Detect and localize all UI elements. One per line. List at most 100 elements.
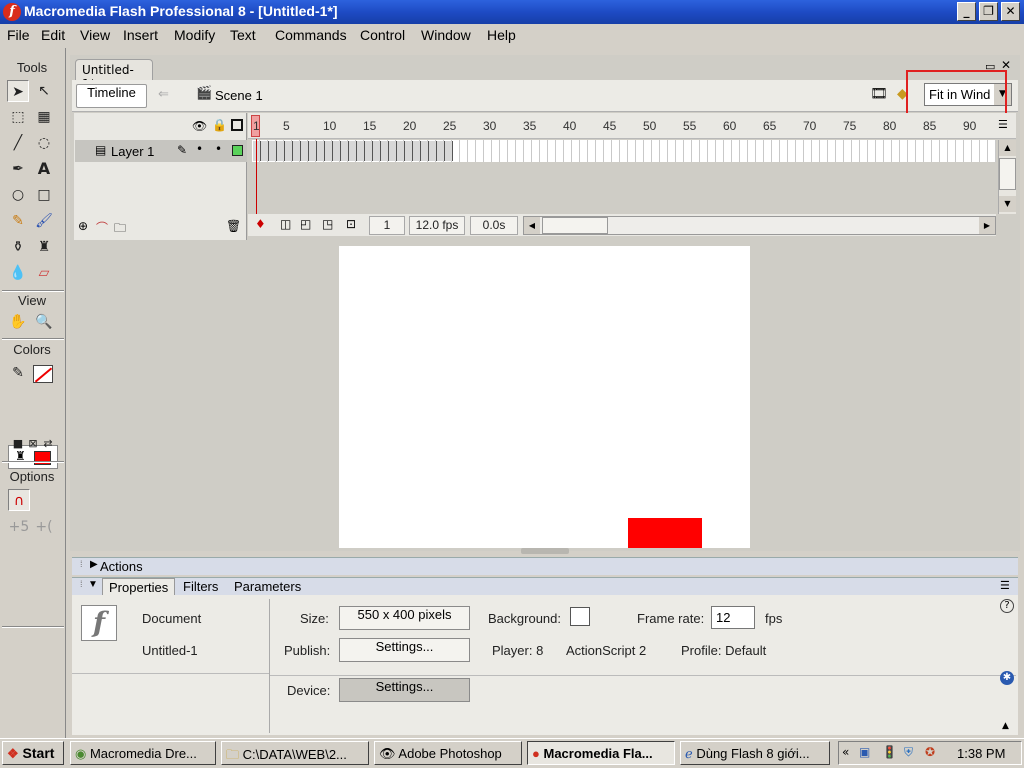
shield-icon[interactable]: ⛨: [904, 745, 913, 760]
scroll-thumb[interactable]: [542, 217, 608, 234]
restore-button[interactable]: ❐: [979, 2, 998, 21]
collapse-arrow-icon[interactable]: ▼: [88, 579, 98, 590]
background-color-swatch[interactable]: [570, 607, 590, 626]
task-dreamweaver[interactable]: ◉ Macromedia Dre...: [70, 741, 216, 765]
tab-properties[interactable]: Properties: [102, 578, 176, 596]
antivirus-icon[interactable]: ✪: [925, 745, 935, 759]
traffic-light-icon[interactable]: 🚦: [882, 745, 897, 759]
scroll-right-icon[interactable]: ▶: [979, 217, 995, 234]
layer-name[interactable]: Layer 1: [111, 144, 154, 159]
stroke-color-icon[interactable]: ✎: [7, 362, 29, 384]
timeline-ruler[interactable]: 1 5 10 15 20 25 30 35 40 45 50 55 60 65 …: [248, 113, 1016, 139]
show-hidden-icons[interactable]: «: [842, 745, 849, 759]
hand-tool-icon[interactable]: ✋: [7, 311, 29, 333]
lock-icon[interactable]: 🔒: [212, 118, 227, 132]
start-button[interactable]: ❖ Start: [2, 741, 64, 765]
delete-layer-icon[interactable]: 🗑: [226, 219, 241, 233]
line-tool-icon[interactable]: ╱: [7, 132, 29, 154]
menu-text[interactable]: Text: [230, 27, 256, 43]
document-size-button[interactable]: 550 x 400 pixels: [339, 606, 470, 630]
zoom-tool-icon[interactable]: 🔍: [33, 311, 55, 333]
task-browser[interactable]: ℯ Dùng Flash 8 giới...: [680, 741, 830, 765]
frame-rate-input[interactable]: 12: [711, 606, 755, 629]
eraser-tool-icon[interactable]: ▱: [33, 262, 55, 284]
menu-modify[interactable]: Modify: [174, 27, 215, 43]
modify-onion-markers-icon[interactable]: ⊡: [346, 217, 356, 231]
pencil-tool-icon[interactable]: ✎: [7, 210, 29, 232]
edit-scene-icon[interactable]: 🎞: [870, 86, 888, 102]
network-icon[interactable]: ▣: [859, 745, 870, 759]
close-button[interactable]: ✕: [1001, 2, 1020, 21]
scroll-down-icon[interactable]: ▼: [999, 196, 1016, 212]
lock-dot[interactable]: •: [215, 142, 222, 156]
visibility-dot[interactable]: •: [196, 142, 203, 156]
eye-icon[interactable]: 👁: [192, 119, 207, 133]
onion-skin-outlines-icon[interactable]: ◰: [300, 217, 311, 231]
help-icon[interactable]: ?: [1000, 599, 1014, 613]
timeline-menu-icon[interactable]: ☰: [998, 118, 1008, 131]
task-folder[interactable]: 🗀 C:\DATA\WEB\2...: [221, 741, 369, 765]
red-rectangle-shape[interactable]: [628, 518, 702, 548]
outline-icon[interactable]: [231, 119, 243, 131]
dreamweaver-icon: ◉: [75, 746, 87, 761]
gradient-transform-tool-icon[interactable]: ▦: [33, 106, 55, 128]
menu-help[interactable]: Help: [487, 27, 516, 43]
stage[interactable]: [339, 246, 750, 548]
edit-multiple-frames-icon[interactable]: ◳: [322, 217, 333, 231]
eyedropper-tool-icon[interactable]: 💧: [7, 262, 29, 284]
actions-panel-header[interactable]: ⁞ ▶ Actions: [72, 557, 1018, 575]
paint-bucket-tool-icon[interactable]: ♜: [33, 236, 55, 258]
menu-view[interactable]: View: [80, 27, 110, 43]
menu-control[interactable]: Control: [360, 27, 405, 43]
ink-bottle-tool-icon[interactable]: ⚱: [7, 236, 29, 258]
layer-row[interactable]: ▤ Layer 1 ✎ • •: [75, 140, 247, 162]
scroll-thumb[interactable]: [999, 158, 1016, 190]
task-photoshop[interactable]: 👁 Adobe Photoshop: [374, 741, 522, 765]
accessibility-icon[interactable]: ✱: [1000, 671, 1014, 685]
task-flash[interactable]: ● Macromedia Fla...: [527, 741, 675, 765]
panel-splitter[interactable]: [521, 548, 569, 554]
snap-to-objects-icon[interactable]: ∩: [8, 489, 30, 511]
stroke-color-swatch[interactable]: [33, 365, 53, 383]
menu-edit[interactable]: Edit: [41, 27, 65, 43]
insert-folder-icon[interactable]: 🗀: [114, 219, 126, 240]
rectangle-tool-icon[interactable]: □: [33, 184, 55, 206]
scene-label[interactable]: Scene 1: [215, 88, 263, 103]
menu-window[interactable]: Window: [421, 27, 471, 43]
add-motion-guide-icon[interactable]: ⌒: [96, 219, 108, 236]
insert-layer-icon[interactable]: ⊕: [78, 219, 88, 233]
collapse-up-icon[interactable]: ▲: [1002, 721, 1009, 731]
expand-arrow-icon[interactable]: ▶: [90, 559, 98, 570]
publish-settings-button[interactable]: Settings...: [339, 638, 470, 662]
keyframe-span[interactable]: [253, 141, 453, 161]
center-frame-icon[interactable]: ♦: [255, 217, 266, 231]
scroll-up-icon[interactable]: ▲: [999, 140, 1016, 156]
actions-label[interactable]: Actions: [100, 559, 143, 574]
text-tool-icon[interactable]: A: [33, 158, 55, 180]
tab-parameters[interactable]: Parameters: [234, 579, 301, 594]
subselection-tool-icon[interactable]: ↖: [33, 80, 55, 102]
onion-skin-icon[interactable]: ◫: [280, 217, 291, 231]
selection-tool-icon[interactable]: ➤: [7, 80, 29, 102]
layer-outline-color[interactable]: [232, 145, 243, 156]
timeline-horizontal-scrollbar[interactable]: ◀ ▶: [523, 216, 996, 235]
flash-app-icon: f: [3, 3, 21, 21]
oval-tool-icon[interactable]: ○: [7, 184, 29, 206]
device-settings-button[interactable]: Settings...: [339, 678, 470, 702]
minimize-button[interactable]: _: [957, 2, 976, 21]
brush-tool-icon[interactable]: 🖌: [33, 210, 55, 232]
timeline-toggle-button[interactable]: Timeline: [76, 84, 147, 108]
tab-filters[interactable]: Filters: [183, 579, 218, 594]
panel-menu-icon[interactable]: ☰: [1000, 579, 1010, 592]
free-transform-tool-icon[interactable]: ⬚: [7, 106, 29, 128]
menu-commands[interactable]: Commands: [275, 27, 347, 43]
swap-colors-icon[interactable]: ⇄: [37, 433, 59, 455]
ruler-label: 5: [283, 119, 290, 133]
menu-file[interactable]: File: [7, 27, 30, 43]
document-tab[interactable]: Untitled-1*: [75, 59, 153, 91]
menu-insert[interactable]: Insert: [123, 27, 158, 43]
lasso-tool-icon[interactable]: ◌: [33, 132, 55, 154]
timeline-vertical-scrollbar[interactable]: ▲ ▼: [998, 140, 1016, 214]
pen-tool-icon[interactable]: ✒: [7, 158, 29, 180]
scroll-left-icon[interactable]: ◀: [524, 217, 540, 234]
